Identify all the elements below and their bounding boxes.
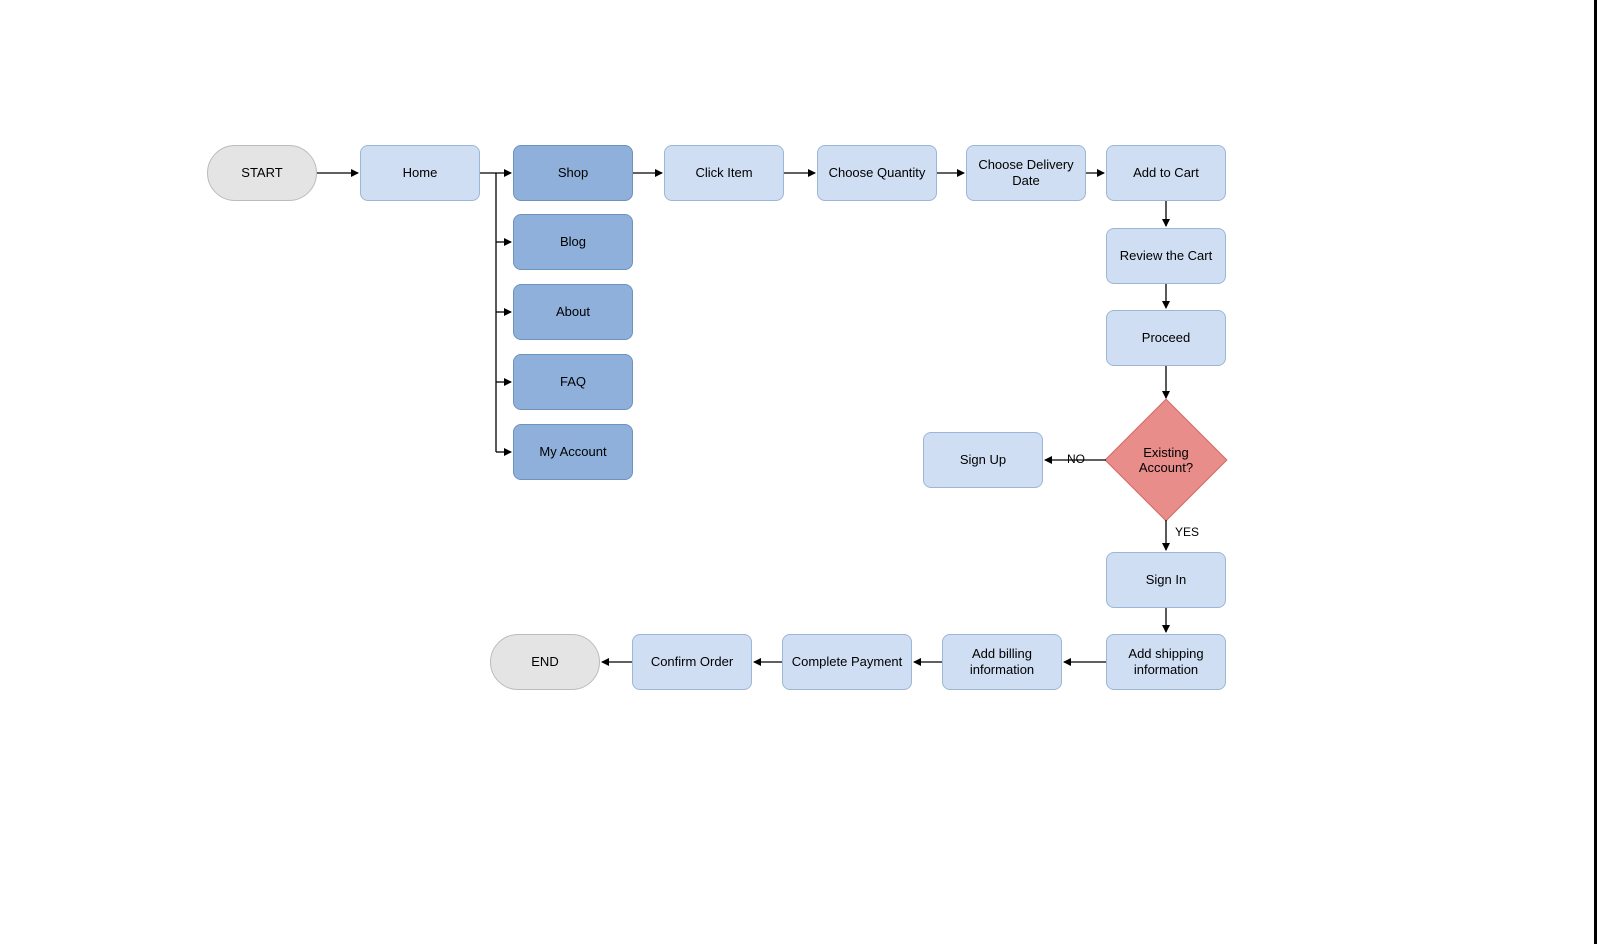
decision-existing-account-label: Existing Account? xyxy=(1106,400,1226,520)
node-add-to-cart: Add to Cart xyxy=(1106,145,1226,201)
node-faq-label: FAQ xyxy=(560,374,586,390)
node-sign-in: Sign In xyxy=(1106,552,1226,608)
node-shop: Shop xyxy=(513,145,633,201)
node-sign-in-label: Sign In xyxy=(1146,572,1186,588)
node-add-shipping: Add shipping information xyxy=(1106,634,1226,690)
node-confirm-order: Confirm Order xyxy=(632,634,752,690)
node-sign-up: Sign Up xyxy=(923,432,1043,488)
node-faq: FAQ xyxy=(513,354,633,410)
node-choose-quantity: Choose Quantity xyxy=(817,145,937,201)
start-label: START xyxy=(241,165,282,181)
start-terminator: START xyxy=(207,145,317,201)
node-choose-delivery-date: Choose Delivery Date xyxy=(966,145,1086,201)
node-proceed-label: Proceed xyxy=(1142,330,1190,346)
node-home: Home xyxy=(360,145,480,201)
end-terminator: END xyxy=(490,634,600,690)
node-confirm-order-label: Confirm Order xyxy=(651,654,733,670)
flowchart-canvas: START END Home Shop Blog About FAQ My Ac… xyxy=(0,0,1597,944)
node-about: About xyxy=(513,284,633,340)
node-home-label: Home xyxy=(403,165,438,181)
decision-existing-account: Existing Account? xyxy=(1106,400,1226,520)
node-add-to-cart-label: Add to Cart xyxy=(1133,165,1199,181)
node-add-billing: Add billing information xyxy=(942,634,1062,690)
node-review-cart: Review the Cart xyxy=(1106,228,1226,284)
node-my-account-label: My Account xyxy=(539,444,606,460)
node-blog-label: Blog xyxy=(560,234,586,250)
node-complete-payment: Complete Payment xyxy=(782,634,912,690)
node-sign-up-label: Sign Up xyxy=(960,452,1006,468)
node-blog: Blog xyxy=(513,214,633,270)
node-review-cart-label: Review the Cart xyxy=(1120,248,1212,264)
node-click-item: Click Item xyxy=(664,145,784,201)
node-add-shipping-label: Add shipping information xyxy=(1115,646,1217,679)
node-add-billing-label: Add billing information xyxy=(951,646,1053,679)
edge-label-no: NO xyxy=(1065,452,1087,466)
node-complete-payment-label: Complete Payment xyxy=(792,654,903,670)
flow-arrows xyxy=(0,0,1597,944)
node-choose-delivery-date-label: Choose Delivery Date xyxy=(975,157,1077,190)
node-click-item-label: Click Item xyxy=(695,165,752,181)
node-about-label: About xyxy=(556,304,590,320)
node-proceed: Proceed xyxy=(1106,310,1226,366)
node-choose-quantity-label: Choose Quantity xyxy=(829,165,926,181)
end-label: END xyxy=(531,654,558,670)
edge-label-yes: YES xyxy=(1173,525,1201,539)
node-shop-label: Shop xyxy=(558,165,588,181)
node-my-account: My Account xyxy=(513,424,633,480)
